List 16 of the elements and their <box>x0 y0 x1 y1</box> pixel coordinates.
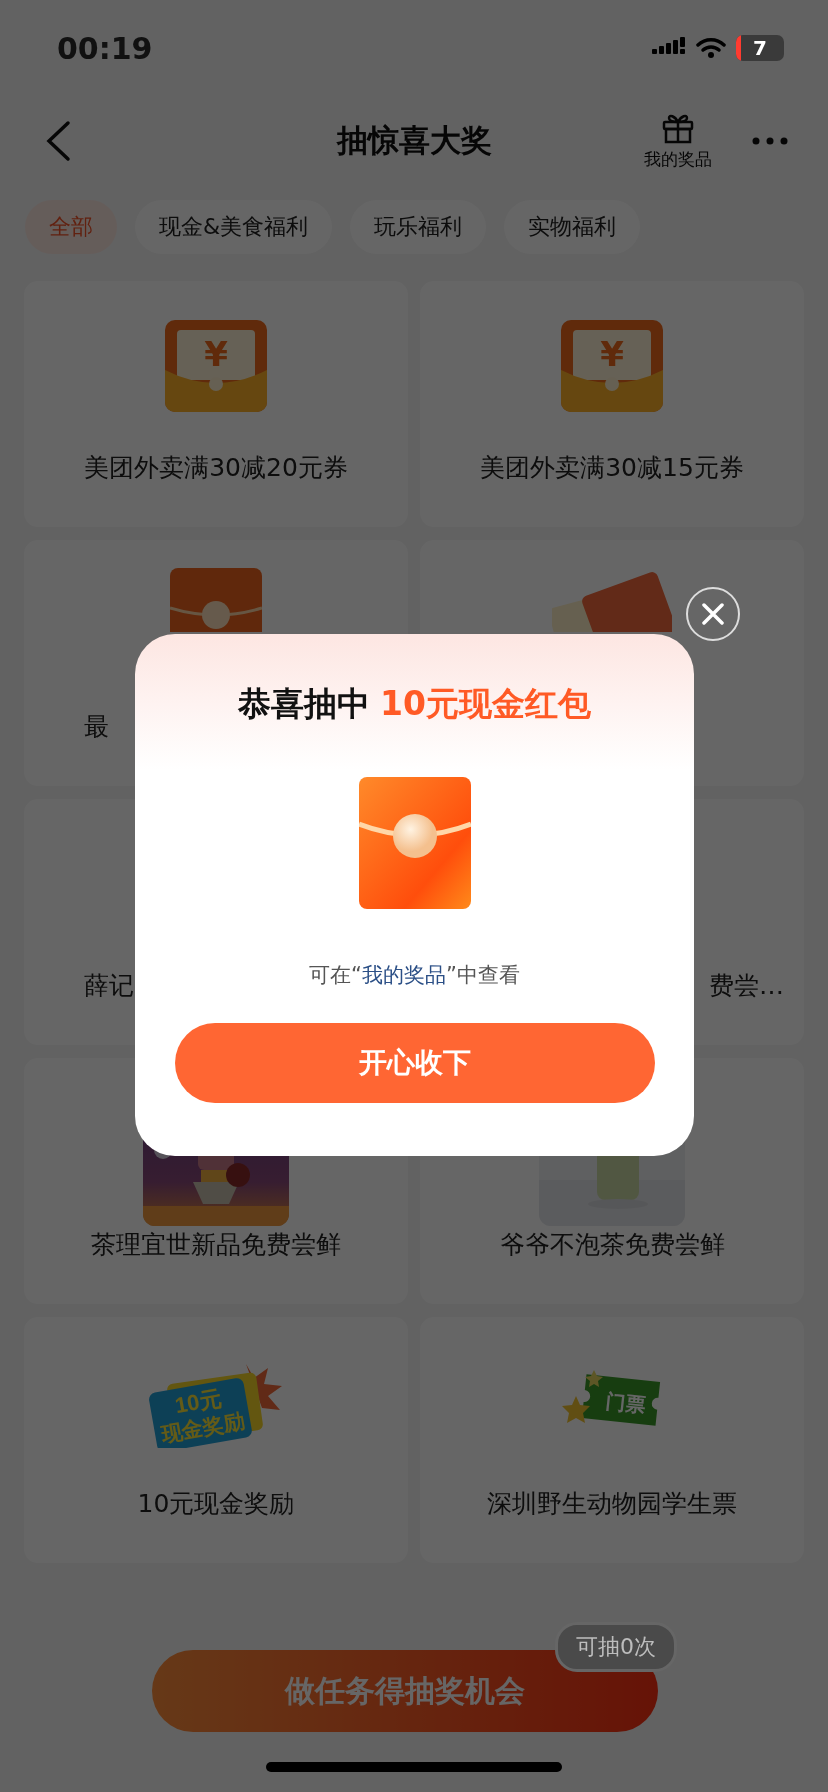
prize-title: 10元现金奖励 <box>137 1488 295 1520</box>
prize-title: 最 <box>84 711 109 743</box>
prize-title: 深圳野生动物园学生票 <box>487 1488 737 1520</box>
prize-title: 美团外卖满30减20元券 <box>84 452 348 484</box>
prize-title: 茶理宜世新品免费尝鲜 <box>91 1229 341 1261</box>
prize-title: 费尝… <box>709 970 784 1002</box>
dialog-note: 可在“我的奖品”中查看 <box>309 962 520 989</box>
prize-title: 美团外卖满30减15元券 <box>480 452 744 484</box>
draws-left-badge: 可抽0次 <box>555 1622 677 1672</box>
battery-icon: 7 <box>736 35 784 61</box>
prize-name: 10元现金红包 <box>380 683 591 725</box>
page-title: 抽惊喜大奖 <box>335 121 493 160</box>
status-time: 00:19 <box>57 30 153 66</box>
prize-title: 薛记 <box>84 970 134 1002</box>
prize-title: 爷爷不泡茶免费尝鲜 <box>499 1229 725 1261</box>
dialog-title: 恭喜抽中 <box>238 683 371 725</box>
